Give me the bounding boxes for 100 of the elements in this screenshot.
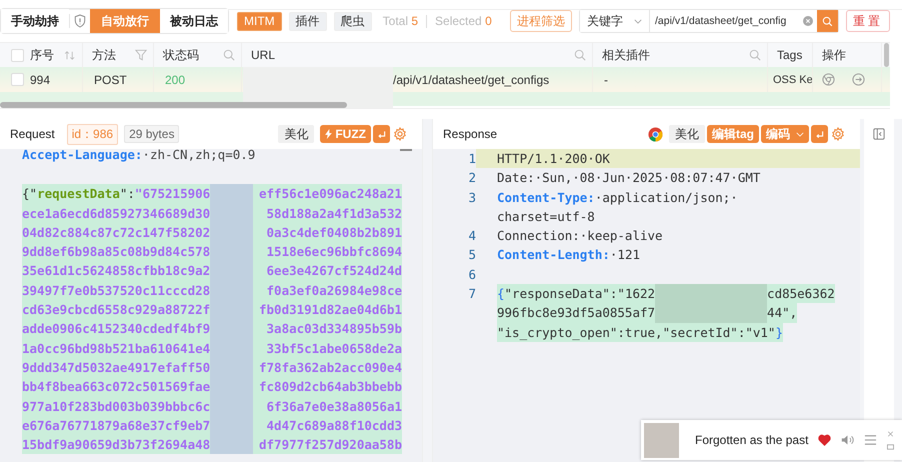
line-number: 1 bbox=[433, 149, 476, 168]
browser-icon[interactable] bbox=[822, 73, 835, 86]
filter-tag[interactable]: 爬虫 bbox=[334, 12, 372, 30]
photo-placeholder bbox=[644, 422, 679, 458]
code-text: Content-Type: bbox=[497, 188, 595, 207]
line-number: 5 bbox=[467, 246, 476, 264]
code-text: 44", bbox=[767, 304, 798, 322]
code-text: ·application/json;· bbox=[594, 188, 738, 207]
close-icon[interactable] bbox=[887, 430, 894, 436]
code-text: cd63e9cbcd6558c929a88722f bbox=[22, 301, 210, 320]
code-text: "is_crypto_open":true,"secretId":"v1" bbox=[497, 324, 776, 342]
code-text: fc809d2cb64ab3bbebb bbox=[259, 378, 402, 396]
code-text: e676a76771879a68e37cf9eb7 bbox=[22, 416, 210, 435]
code-text: ece1a6ecd6d85927346689d30 bbox=[22, 204, 210, 223]
code-text: 58d188a2a4f1d3a532 bbox=[266, 204, 402, 223]
reset-button[interactable]: 重置 bbox=[846, 10, 890, 32]
code-text: charset=utf-8 bbox=[497, 208, 595, 226]
column-header: URL bbox=[251, 48, 276, 62]
code-text: 6ee3e4267cf524d24d bbox=[266, 262, 402, 280]
table-cell: /api/v1/datasheet/get_configs bbox=[393, 72, 550, 86]
row-checkbox[interactable] bbox=[11, 73, 24, 86]
browser-logo-icon[interactable] bbox=[648, 126, 663, 142]
settings-icon[interactable] bbox=[831, 127, 845, 141]
code-text: 33bf5c1abe0658de2a bbox=[266, 340, 402, 358]
code-text: Accept-Language: bbox=[22, 149, 142, 164]
code-text: 15bdf9a90659d3b73f2694a48 bbox=[22, 436, 210, 454]
search-icon[interactable] bbox=[574, 49, 586, 61]
collapse-panel-icon[interactable] bbox=[873, 128, 885, 140]
column-header: 状态码 bbox=[163, 46, 199, 64]
column-header: 方法 bbox=[92, 46, 116, 64]
arrow-right-circle-icon[interactable] bbox=[852, 73, 865, 86]
code-text: f0a3ef0a26984e98ce bbox=[266, 282, 402, 300]
code-text: "675215906 bbox=[134, 185, 210, 204]
column-header: 相关插件 bbox=[602, 46, 650, 64]
code-text: {" bbox=[22, 185, 38, 204]
mode-tab[interactable]: 手动劫持 bbox=[1, 9, 69, 33]
code-text: adde0906c4152340cdedf4bf9 bbox=[22, 320, 210, 338]
line-number: 4 bbox=[467, 227, 476, 246]
table-cell: OSS Ke bbox=[773, 74, 812, 86]
code-text: cd85e6362 bbox=[767, 285, 835, 304]
panel-title: Request bbox=[10, 127, 55, 141]
chevron-down-icon bbox=[796, 132, 804, 136]
beautify-button[interactable]: 美化 bbox=[669, 125, 705, 143]
search-icon[interactable] bbox=[749, 49, 761, 61]
playlist-icon[interactable] bbox=[864, 434, 878, 446]
code-text: 6f36a7e0e38a8056a1 bbox=[266, 398, 402, 416]
filter-tag[interactable]: 插件 bbox=[288, 12, 327, 30]
code-text: 996fbc8e93df5a0855af7 bbox=[497, 304, 656, 322]
code-text: df7977f257d920aa58b bbox=[259, 436, 402, 454]
code-text: ": bbox=[120, 185, 135, 204]
horizontal-scrollbar[interactable] bbox=[0, 102, 347, 108]
code-text: fb0d3191d82ae04d6b1 bbox=[259, 301, 402, 320]
code-text: Connection:·keep-alive bbox=[497, 227, 663, 246]
code-text: 39497f7e0b537520c11cccd28 bbox=[22, 282, 210, 300]
column-header: 操作 bbox=[822, 46, 846, 64]
sort-icon[interactable] bbox=[64, 50, 76, 60]
code-text: requestData bbox=[37, 185, 120, 204]
code-text: ·121 bbox=[610, 246, 640, 264]
selected-count: Selected 0 bbox=[435, 14, 492, 28]
settings-icon[interactable] bbox=[393, 127, 407, 141]
wrap-button[interactable] bbox=[373, 125, 390, 143]
code-text: } bbox=[775, 324, 783, 342]
code-text: bb4f8bea663c072c501569fae bbox=[22, 378, 210, 396]
code-text: 9ddd347d5032ae4917efaff50 bbox=[22, 358, 210, 377]
code-text: f78fa362ab2acc090e4 bbox=[259, 358, 402, 377]
code-text: Date:·Sun,·08·Jun·2025·08:07:47·GMT bbox=[497, 169, 760, 188]
speaker-icon[interactable] bbox=[841, 434, 854, 446]
panel-title: Response bbox=[443, 127, 498, 141]
table-cell: 200 bbox=[165, 72, 186, 86]
code-text: 9dd8ef6b98a85c08b9d84c578 bbox=[22, 243, 210, 262]
heart-icon[interactable] bbox=[818, 434, 832, 446]
blurred-region bbox=[210, 184, 254, 204]
return-arrow-icon bbox=[376, 128, 387, 140]
column-header: Tags bbox=[777, 48, 802, 62]
vertical-scrollbar[interactable] bbox=[884, 43, 889, 67]
code-text: { bbox=[497, 285, 505, 304]
code-text: 0a3c4def0408b2b891 bbox=[266, 224, 402, 242]
total-count: Total 5 bbox=[382, 14, 418, 28]
song-title: Forgotten as the past bbox=[695, 433, 808, 447]
code-text: 3a8ac03d334895b59b bbox=[266, 320, 402, 338]
table-cell: 994 bbox=[30, 72, 50, 86]
wrap-button[interactable] bbox=[811, 125, 828, 143]
mode-tab[interactable]: 被动日志 bbox=[160, 9, 228, 33]
search-icon[interactable] bbox=[223, 49, 235, 61]
code-text: HTTP/1.1·200·OK bbox=[497, 150, 610, 168]
return-arrow-icon bbox=[814, 128, 825, 140]
code-text: 4d47c689a88f10cdd3 bbox=[266, 416, 402, 435]
id-badge: id：986 bbox=[66, 124, 118, 144]
blurred-region bbox=[210, 435, 254, 454]
code-text: 977a10f283bd003b039bbbc6c bbox=[22, 398, 210, 416]
minimize-icon[interactable] bbox=[887, 444, 894, 450]
select-all-checkbox[interactable] bbox=[11, 48, 24, 62]
table-cell: POST bbox=[94, 72, 127, 86]
filter-icon[interactable] bbox=[135, 49, 147, 61]
vertical-scrollbar[interactable] bbox=[400, 149, 412, 151]
code-text: 35e61d1c5624858cfbb18c9a2 bbox=[22, 262, 210, 280]
code-text: 1a0cc96bd98b521ba610641e4 bbox=[22, 340, 210, 358]
beautify-button[interactable]: 美化 bbox=[278, 125, 314, 143]
code-text: "responseData":"1622 bbox=[504, 285, 656, 304]
code-text: ·zh-CN,zh;q=0.9 bbox=[142, 149, 256, 164]
